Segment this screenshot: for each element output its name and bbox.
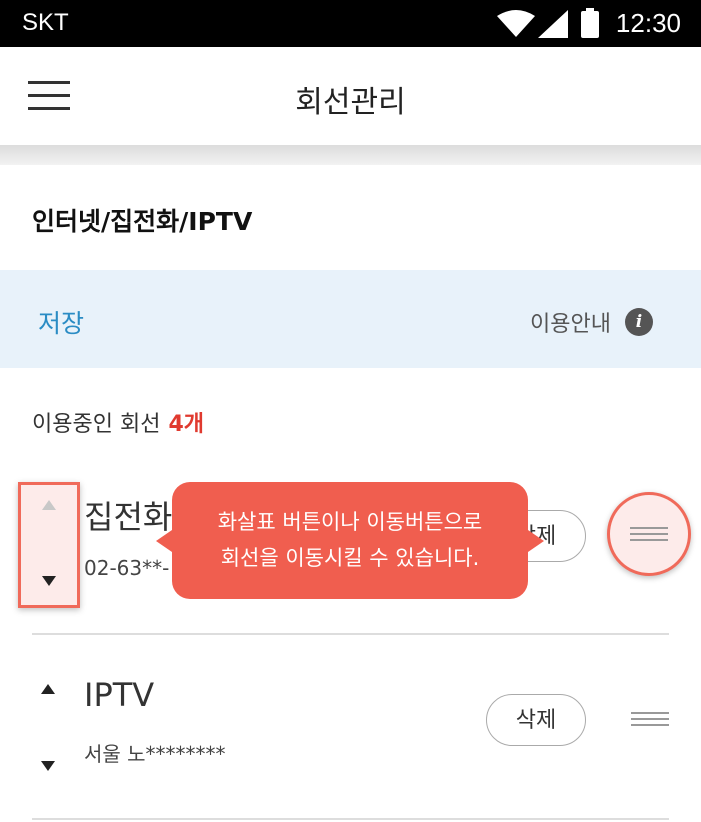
- usage-guide-label: 이용안내: [530, 312, 611, 337]
- save-button[interactable]: 저장: [38, 304, 84, 340]
- carrier-label: SKT: [22, 9, 69, 36]
- move-up-arrow-icon[interactable]: [42, 500, 56, 510]
- move-down-arrow-icon[interactable]: [42, 576, 56, 586]
- section-title: 인터넷/집전화/IPTV: [32, 207, 253, 236]
- usage-guide-button[interactable]: 이용안내 i: [530, 306, 653, 338]
- status-bar: SKT 12:30: [0, 0, 701, 47]
- line-name: IPTV: [84, 676, 155, 714]
- page-title: 회선관리: [295, 85, 406, 120]
- app-header: 회선관리: [0, 47, 701, 145]
- battery-icon: [581, 8, 599, 38]
- line-count: 이용중인 회선 4개: [32, 406, 204, 438]
- line-count-value: 4개: [168, 412, 204, 437]
- guide-tooltip: 화살표 버튼이나 이동버튼으로 회선을 이동시킬 수 있습니다.: [156, 482, 544, 599]
- tooltip-line-1: 화살표 버튼이나 이동버튼으로: [217, 510, 483, 534]
- line-detail: 서울 노********: [84, 742, 226, 766]
- drag-handle-icon[interactable]: [630, 527, 668, 543]
- delete-button[interactable]: 삭제: [486, 694, 586, 746]
- line-count-label: 이용중인 회선: [32, 412, 161, 437]
- drag-handle-icon[interactable]: [631, 712, 669, 728]
- action-bar: 저장 이용안내 i: [0, 270, 701, 368]
- tooltip-pointer-right: [528, 530, 544, 552]
- tooltip-pointer-left: [156, 530, 172, 552]
- cell-signal-icon: [538, 10, 568, 38]
- line-detail: 02-63**-: [84, 556, 170, 580]
- clock-time: 12:30: [615, 8, 681, 38]
- info-icon: i: [625, 308, 653, 336]
- tooltip-line-2: 회선을 이동시킬 수 있습니다.: [220, 546, 480, 570]
- header-divider: [0, 145, 701, 165]
- move-up-arrow-icon[interactable]: [41, 684, 55, 694]
- list-item: IPTV 서울 노******** 삭제: [0, 634, 701, 820]
- drag-handle-highlight[interactable]: [607, 492, 691, 576]
- row-divider: [32, 818, 669, 820]
- wifi-icon: [497, 10, 535, 37]
- move-down-arrow-icon[interactable]: [41, 761, 55, 771]
